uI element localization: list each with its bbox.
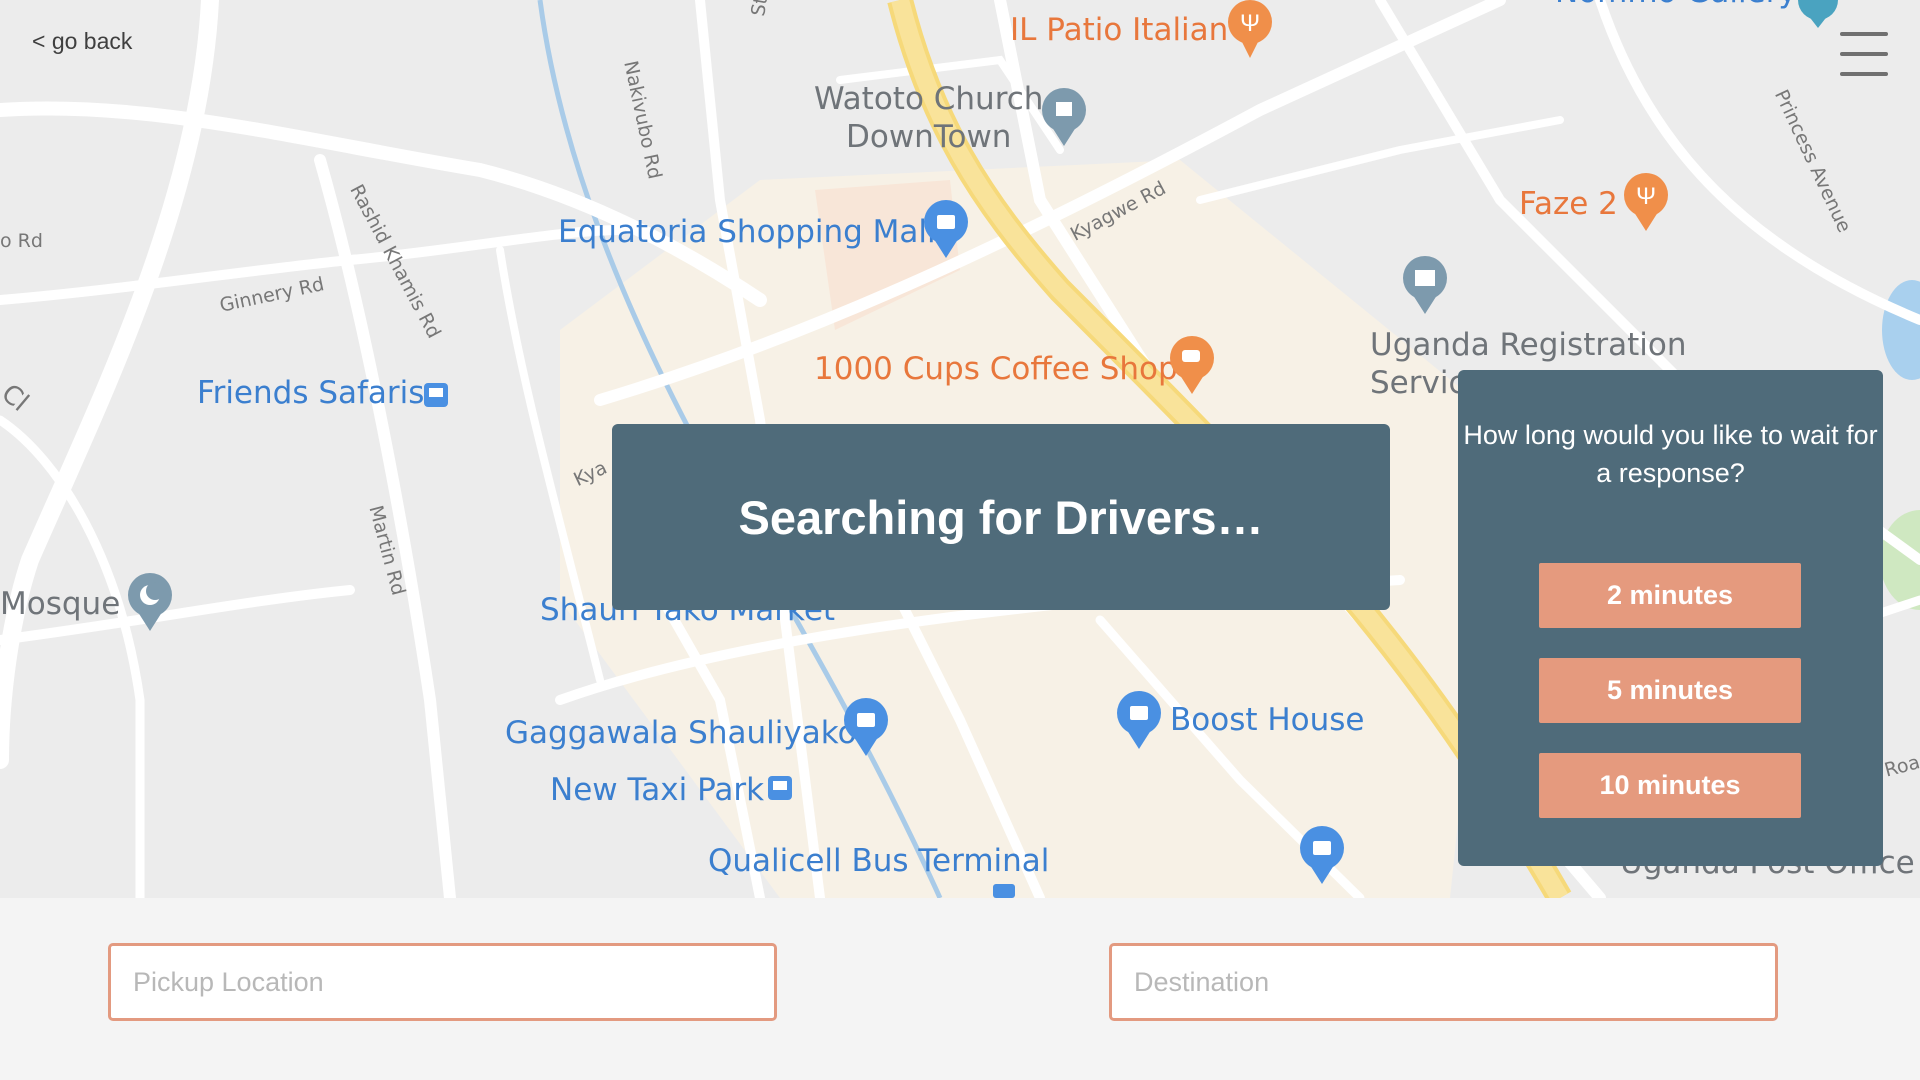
street-label: o Rd bbox=[0, 230, 43, 252]
poi-label[interactable]: Friends Safaris bbox=[197, 375, 424, 411]
wait-2-minutes-button[interactable]: 2 minutes bbox=[1539, 563, 1801, 628]
searching-status-banner: Searching for Drivers… bbox=[612, 424, 1390, 610]
poi-label[interactable]: Gaggawala Shauliyako bbox=[505, 715, 857, 751]
status-text: Searching for Drivers… bbox=[738, 490, 1264, 544]
poi-label[interactable]: IL Patio Italian bbox=[1010, 12, 1228, 48]
wait-question: How long would you like to wait for a re… bbox=[1463, 420, 1878, 488]
back-link[interactable]: < go back bbox=[32, 28, 132, 55]
wait-10-minutes-button[interactable]: 10 minutes bbox=[1539, 753, 1801, 818]
poi-label[interactable]: Watoto Church DownTown bbox=[814, 80, 1043, 156]
poi-label[interactable]: Faze 2 bbox=[1519, 186, 1618, 222]
poi-label[interactable]: Qualicell Bus Terminal bbox=[708, 843, 1049, 879]
wait-5-minutes-button[interactable]: 5 minutes bbox=[1539, 658, 1801, 723]
wait-time-panel: How long would you like to wait for a re… bbox=[1458, 370, 1883, 866]
poi-label[interactable]: Nommo Gallery bbox=[1555, 0, 1797, 10]
poi-label[interactable]: Equatoria Shopping Mall bbox=[558, 214, 936, 250]
poi-label[interactable]: New Taxi Park bbox=[550, 772, 764, 808]
hamburger-menu-icon[interactable] bbox=[1840, 32, 1888, 76]
poi-label[interactable]: Mosque bbox=[0, 586, 120, 622]
poi-label[interactable]: 1000 Cups Coffee Shop bbox=[814, 351, 1178, 387]
destination-input[interactable] bbox=[1109, 943, 1778, 1021]
pickup-location-input[interactable] bbox=[108, 943, 777, 1021]
map-view[interactable]: Nakivubo Rd Rashid Khamis Rd Ginnery Rd … bbox=[0, 0, 1920, 898]
poi-label[interactable]: Boost House bbox=[1170, 702, 1365, 738]
